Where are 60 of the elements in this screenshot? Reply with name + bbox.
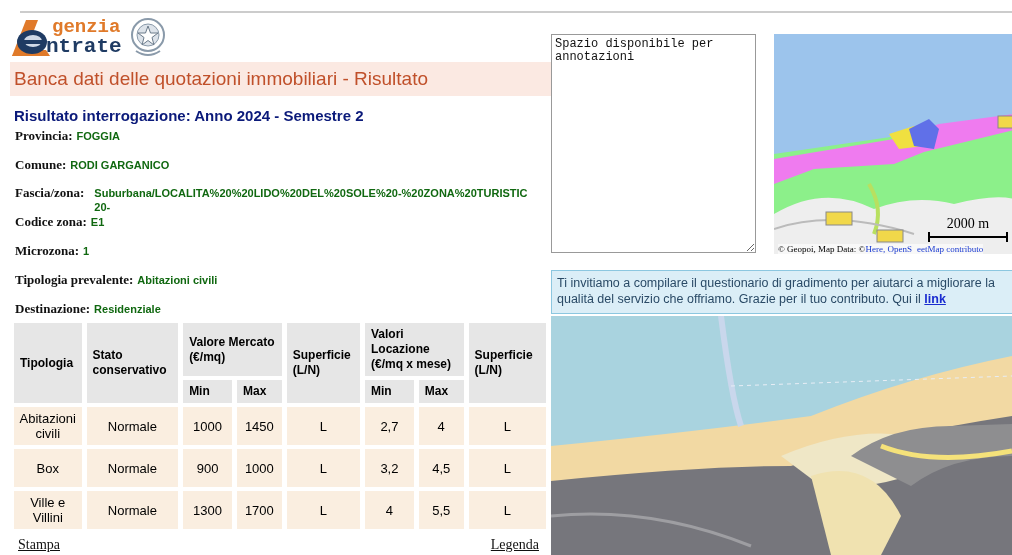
field-value: Suburbana/LOCALITA%20%20LIDO%20DEL%20SOLE%20-%20ZONA%20TURISTIC 20- — [94, 186, 528, 214]
text-link[interactable]: Legenda — [490, 537, 539, 553]
table-cell: Normale — [86, 407, 179, 445]
column-header: Valore Mercato (€/mq) — [183, 323, 282, 376]
field-label: Destinazione: — [15, 301, 91, 317]
table-cell: Normale — [86, 449, 179, 487]
field-value: RODI GARGANICO — [70, 158, 170, 172]
result-heading: Risultato interrogazione: Anno 2024 - Semestre 2 — [14, 107, 365, 124]
table-cell: L — [286, 449, 360, 487]
table-cell: Ville e Villini — [14, 491, 82, 529]
field-label: Microzona: — [15, 243, 80, 259]
table-cell: 4 — [418, 407, 464, 445]
field-value: Abitazioni civili — [137, 273, 218, 287]
column-header: Stato conservativo — [86, 323, 179, 403]
column-header: Max — [418, 380, 464, 403]
table-cell: 5,5 — [418, 491, 464, 529]
field-value: 1 — [83, 244, 90, 258]
table-cell: L — [468, 449, 546, 487]
column-header: Valori Locazione (€/mq x mese) — [365, 323, 464, 376]
table-cell: 900 — [183, 449, 232, 487]
table-cell: L — [468, 491, 546, 529]
table-cell: L — [286, 407, 360, 445]
column-header: Max — [236, 380, 282, 403]
table-cell: 1700 — [236, 491, 282, 529]
page-title: Banca dati delle quotazioni immobiliari - Risultato — [10, 62, 551, 96]
table-cell: 1450 — [236, 407, 282, 445]
table-cell: 1000 — [236, 449, 282, 487]
field-label: Codice zona: — [15, 214, 87, 230]
field-value: Residenziale — [94, 302, 161, 316]
field-value: E1 — [90, 215, 105, 229]
survey-notice: Ti invitiamo a compilare il questionario di gradimento per aiutarci a migliorare la qualità del servizio che offriamo. Grazie per il tuo contributo. Qui il link — [551, 270, 1012, 314]
table-cell: Normale — [86, 491, 179, 529]
map-attribution: © Geopoi, Map Data: ©Here, OpenS eetMap contributo — [778, 244, 984, 254]
field-label: Provincia: — [15, 128, 73, 144]
survey-link[interactable]: link — [924, 292, 946, 306]
column-header: Superficie (L/N) — [286, 323, 360, 403]
table-cell: L — [286, 491, 360, 529]
column-header: Tipologia — [14, 323, 82, 403]
field-label: Tipologia prevalente: — [15, 272, 134, 288]
table-cell: Abitazioni civili — [14, 407, 82, 445]
field-label: Comune: — [15, 157, 67, 173]
table-cell: 4,5 — [418, 449, 464, 487]
field-label: Fascia/zona: — [15, 185, 85, 201]
scale-label: 2000 m — [945, 217, 991, 231]
field-value: FOGGIA — [76, 129, 120, 143]
text-link[interactable]: Stampa — [18, 537, 60, 553]
table-cell: Box — [14, 449, 82, 487]
logo-text: genzia — [52, 17, 122, 37]
emblem-icon — [129, 16, 166, 57]
table-cell: 1000 — [183, 407, 232, 445]
table-cell: L — [468, 407, 546, 445]
table-cell: 4 — [365, 491, 414, 529]
column-header: Min — [365, 380, 414, 403]
column-header: Superficie (L/N) — [468, 323, 546, 403]
table-cell: 1300 — [183, 491, 232, 529]
logo-text: ntrate — [46, 36, 122, 56]
table-cell: 3,2 — [365, 449, 414, 487]
column-header: Min — [183, 380, 232, 403]
table-cell: 2,7 — [365, 407, 414, 445]
notes-field[interactable]: Spazio disponibile per annotazioni — [551, 34, 756, 253]
